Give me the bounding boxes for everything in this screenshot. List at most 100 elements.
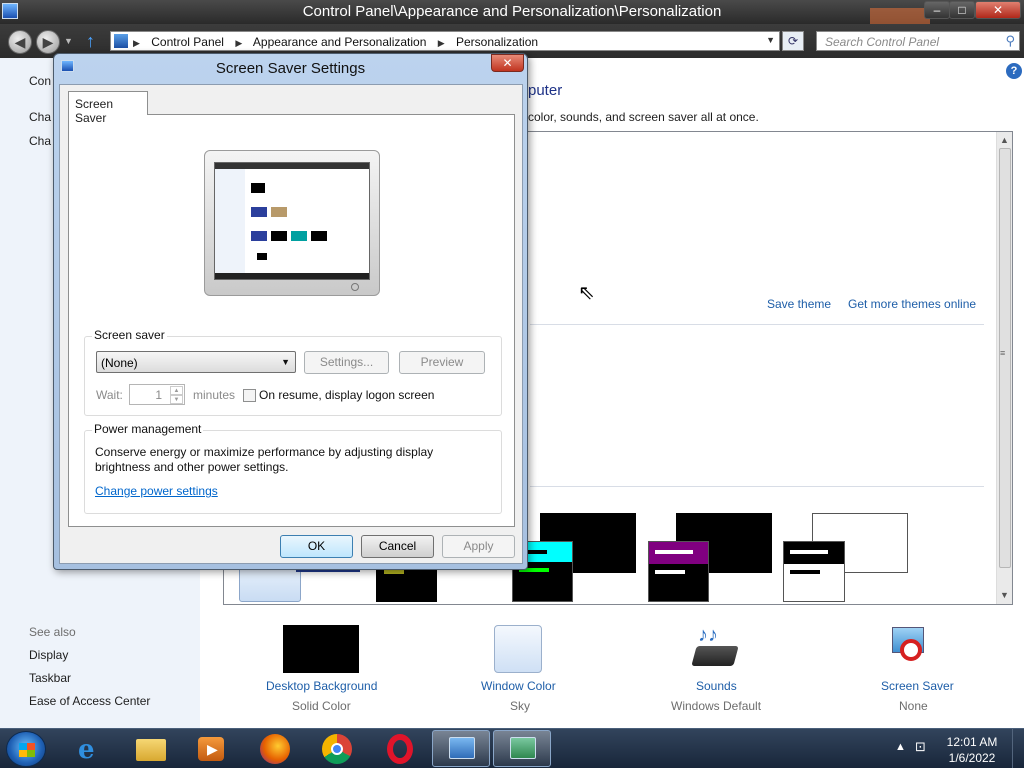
preview-tile bbox=[271, 231, 287, 241]
theme-tile-selected[interactable] bbox=[239, 566, 301, 602]
tile-bar bbox=[655, 550, 693, 554]
monitor-power-icon bbox=[351, 283, 359, 291]
tile-bar bbox=[790, 570, 820, 574]
minimize-button[interactable]: – bbox=[924, 1, 950, 19]
folder-shape bbox=[136, 739, 166, 761]
desktop-background-link[interactable]: Desktop Background bbox=[266, 679, 377, 693]
wait-value: 1 bbox=[155, 388, 162, 402]
control-panel-taskbar-button[interactable] bbox=[432, 730, 490, 767]
wait-stepper[interactable]: 1 ▲ ▼ bbox=[129, 384, 185, 405]
preview-taskbar bbox=[215, 273, 369, 279]
network-icon[interactable]: ⊡ bbox=[915, 739, 926, 755]
forward-button[interactable]: ▶ bbox=[36, 30, 60, 54]
change-power-settings-link[interactable]: Change power settings bbox=[95, 484, 218, 498]
file-explorer-icon[interactable] bbox=[133, 733, 169, 765]
chevron-right-icon[interactable]: ▶ bbox=[235, 38, 242, 48]
see-also-display[interactable]: Display bbox=[29, 648, 68, 662]
left-link-change-1[interactable]: Cha bbox=[29, 110, 51, 124]
back-button[interactable]: ◀ bbox=[8, 30, 32, 54]
play-icon: ▶ bbox=[207, 741, 218, 757]
chevron-down-icon[interactable]: ▼ bbox=[281, 357, 290, 367]
mouse-cursor-icon: ⇖ bbox=[578, 282, 595, 304]
preview-button[interactable]: Preview bbox=[399, 351, 485, 374]
apply-button[interactable]: Apply bbox=[442, 535, 515, 558]
ie-glyph: e bbox=[78, 735, 95, 765]
theme-list-scrollbar[interactable]: ▲ ≡ ▼ bbox=[996, 132, 1012, 604]
see-also-taskbar[interactable]: Taskbar bbox=[29, 671, 71, 685]
up-arrow-icon[interactable]: ↑ bbox=[86, 31, 95, 52]
search-input[interactable]: Search Control Panel ⚲ bbox=[816, 31, 1020, 51]
theme-tile-contrast-1[interactable] bbox=[376, 566, 437, 602]
help-icon[interactable]: ? bbox=[1006, 63, 1022, 79]
minutes-label: minutes bbox=[193, 388, 236, 402]
scroll-up-icon[interactable]: ▲ bbox=[1000, 135, 1009, 145]
screen-saver-icon[interactable] bbox=[888, 625, 936, 673]
screen-saver-taskbar-button[interactable] bbox=[493, 730, 551, 767]
display-settings-icon bbox=[510, 737, 536, 759]
breadcrumb: ▶ Control Panel ▶ Appearance and Persona… bbox=[133, 35, 546, 49]
show-hidden-icons-button[interactable]: ▲ bbox=[895, 741, 906, 753]
breadcrumb-personalization[interactable]: Personalization bbox=[456, 35, 538, 49]
left-link-change-2[interactable]: Cha bbox=[29, 134, 51, 148]
breadcrumb-appearance[interactable]: Appearance and Personalization bbox=[253, 35, 426, 49]
preview-left-pane bbox=[215, 169, 245, 273]
stepper-down-icon[interactable]: ▼ bbox=[170, 395, 183, 404]
screen-saver-value: None bbox=[899, 699, 928, 713]
window-color-icon[interactable] bbox=[494, 625, 542, 673]
logon-screen-checkbox[interactable] bbox=[243, 389, 256, 402]
chrome-center bbox=[331, 743, 343, 755]
sounds-icon[interactable]: ♪♪ bbox=[690, 624, 740, 674]
keyboard-shape bbox=[691, 646, 739, 666]
taskbar: e ▶ ▲ ⊡ 12:01 AM 1/6/2022 bbox=[0, 728, 1024, 768]
close-button[interactable]: ✕ bbox=[975, 1, 1021, 19]
chrome-icon[interactable] bbox=[318, 733, 354, 765]
preview-tile bbox=[251, 207, 267, 217]
refresh-button[interactable]: ⟳ bbox=[782, 31, 804, 51]
search-placeholder: Search Control Panel bbox=[825, 35, 940, 49]
dialog-close-button[interactable]: ✕ bbox=[491, 54, 524, 72]
preview-tile bbox=[291, 231, 307, 241]
cancel-button[interactable]: Cancel bbox=[361, 535, 434, 558]
address-bar[interactable]: ▶ Control Panel ▶ Appearance and Persona… bbox=[110, 31, 780, 51]
dialog-title: Screen Saver Settings bbox=[215, 60, 366, 77]
theme-tile-contrast-3[interactable] bbox=[648, 541, 709, 602]
window-title: Control Panel\Appearance and Personaliza… bbox=[302, 3, 722, 20]
preview-tile bbox=[271, 207, 287, 217]
screen-saver-select[interactable]: (None) ▼ bbox=[96, 351, 296, 373]
recent-pages-dropdown-icon[interactable]: ▼ bbox=[64, 36, 73, 46]
maximize-button[interactable]: □ bbox=[949, 1, 975, 19]
theme-tile-contrast-4[interactable] bbox=[783, 541, 845, 602]
control-panel-small-icon bbox=[114, 34, 128, 48]
preview-tile bbox=[257, 253, 267, 260]
monitor-screen bbox=[214, 162, 370, 280]
see-also-ease-of-access[interactable]: Ease of Access Center bbox=[29, 694, 150, 708]
scroll-down-icon[interactable]: ▼ bbox=[1000, 590, 1009, 600]
settings-button[interactable]: Settings... bbox=[304, 351, 389, 374]
left-link-control-panel-home[interactable]: Con bbox=[29, 74, 51, 88]
opera-icon[interactable] bbox=[381, 733, 417, 765]
logon-screen-label[interactable]: On resume, display logon screen bbox=[259, 388, 434, 402]
tab-screen-saver[interactable]: Screen Saver bbox=[68, 91, 148, 125]
search-icon[interactable]: ⚲ bbox=[1005, 33, 1015, 49]
chevron-right-icon[interactable]: ▶ bbox=[133, 38, 140, 48]
show-desktop-button[interactable] bbox=[1012, 729, 1024, 768]
scroll-thumb[interactable] bbox=[999, 148, 1011, 568]
media-player-icon[interactable]: ▶ bbox=[193, 733, 229, 765]
window-color-link[interactable]: Window Color bbox=[481, 679, 556, 693]
chevron-right-icon[interactable]: ▶ bbox=[438, 38, 445, 48]
internet-explorer-icon[interactable]: e bbox=[72, 733, 108, 765]
monitor-preview bbox=[204, 150, 380, 296]
sounds-link[interactable]: Sounds bbox=[696, 679, 737, 693]
ok-button[interactable]: OK bbox=[280, 535, 353, 558]
save-theme-link[interactable]: Save theme bbox=[767, 297, 831, 311]
clock[interactable]: 12:01 AM 1/6/2022 bbox=[936, 734, 1008, 766]
desktop-background-icon[interactable] bbox=[283, 625, 359, 673]
breadcrumb-control-panel[interactable]: Control Panel bbox=[151, 35, 224, 49]
start-button[interactable] bbox=[6, 731, 46, 767]
address-dropdown-icon[interactable]: ▼ bbox=[766, 35, 775, 45]
get-more-themes-link[interactable]: Get more themes online bbox=[848, 297, 976, 311]
firefox-icon[interactable] bbox=[256, 733, 292, 765]
tab-panel: Screen saver (None) ▼ Settings... Previe… bbox=[68, 114, 515, 527]
screen-saver-link[interactable]: Screen Saver bbox=[881, 679, 954, 693]
stepper-up-icon[interactable]: ▲ bbox=[170, 386, 183, 395]
